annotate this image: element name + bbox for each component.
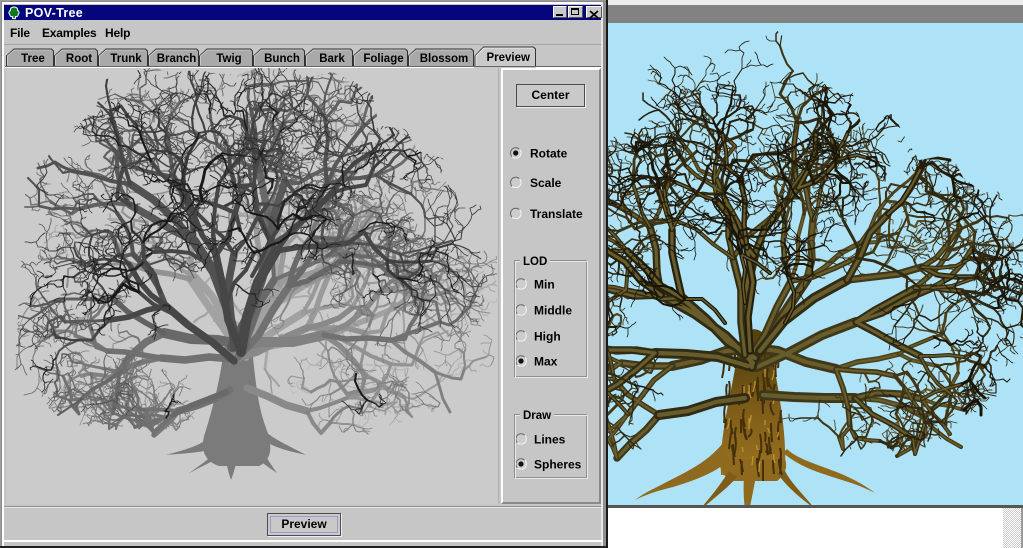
svg-text:Middle: Middle [534, 304, 572, 318]
svg-text:Bunch: Bunch [264, 53, 300, 65]
svg-text:Root: Root [66, 53, 92, 65]
svg-text:Tree: Tree [21, 53, 45, 65]
svg-text:Blossom: Blossom [420, 53, 469, 65]
svg-text:Spheres: Spheres [534, 458, 582, 472]
svg-text:Draw: Draw [523, 410, 551, 422]
svg-text:Min: Min [534, 278, 555, 292]
svg-text:Foliage: Foliage [363, 53, 403, 65]
svg-text:Bark: Bark [319, 53, 345, 65]
svg-text:Branch: Branch [157, 53, 197, 65]
svg-text:Twig: Twig [216, 53, 241, 65]
svg-text:Scale: Scale [530, 176, 562, 190]
svg-text:High: High [534, 330, 561, 344]
svg-text:Max: Max [534, 355, 558, 369]
svg-text:Preview: Preview [487, 52, 531, 64]
svg-text:Lines: Lines [534, 433, 566, 447]
svg-text:Translate: Translate [530, 207, 583, 221]
svg-text:LOD: LOD [523, 256, 547, 268]
svg-text:Trunk: Trunk [110, 53, 142, 65]
svg-text:Rotate: Rotate [530, 147, 568, 161]
